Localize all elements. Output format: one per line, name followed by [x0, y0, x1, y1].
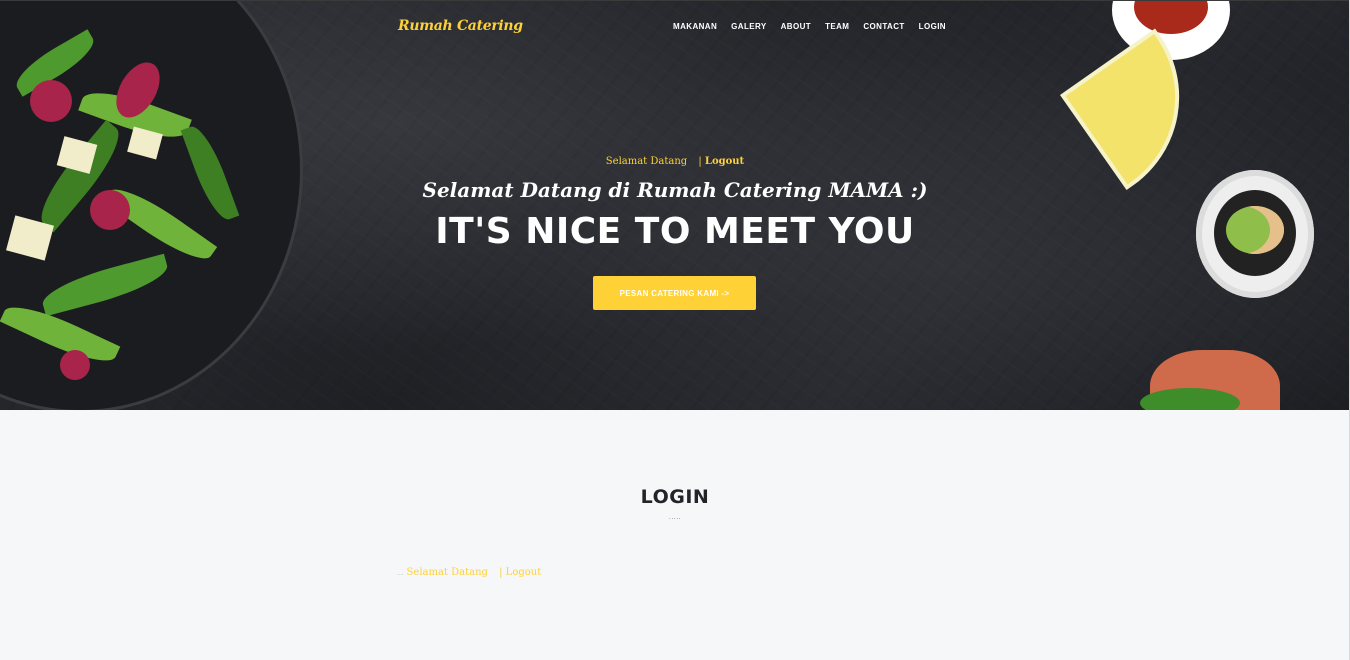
nav-link-about[interactable]: ABOUT [781, 22, 811, 31]
order-catering-button[interactable]: PESAN CATERING KAMI -> [593, 276, 756, 310]
hero-welcome-line: Selamat Datang | Logout [0, 156, 1350, 167]
nav-links: MAKANAN GALERY ABOUT TEAM CONTACT LOGIN [673, 22, 946, 31]
top-border [0, 0, 1350, 1]
hero-logout-link[interactable]: Logout [705, 156, 744, 167]
nav-link-makanan[interactable]: MAKANAN [673, 22, 717, 31]
hero-welcome-text: Selamat Datang [605, 156, 688, 167]
hero-section: Rumah Catering MAKANAN GALERY ABOUT TEAM… [0, 0, 1350, 410]
nav-link-login[interactable]: LOGIN [919, 22, 946, 31]
navbar: Rumah Catering MAKANAN GALERY ABOUT TEAM… [398, 14, 946, 40]
login-mini-marker: .... [397, 571, 404, 577]
seaweed-image [1140, 388, 1240, 410]
hero-separator: | [698, 156, 702, 167]
login-welcome-text: Selamat Datang [406, 567, 488, 578]
login-welcome-line: .... Selamat Datang | Logout [397, 567, 541, 578]
login-section-title: LOGIN [640, 486, 710, 508]
hero-heading: IT'S NICE TO MEET YOU [435, 211, 915, 252]
nav-link-contact[interactable]: CONTACT [863, 22, 904, 31]
login-separator: | [499, 567, 503, 578]
login-logout-link[interactable]: Logout [506, 567, 542, 578]
nav-link-team[interactable]: TEAM [825, 22, 849, 31]
login-title-divider: ..... [668, 514, 682, 521]
nav-link-galery[interactable]: GALERY [731, 22, 766, 31]
brand-logo[interactable]: Rumah Catering [398, 18, 523, 34]
hero-lead-in: Selamat Datang di Rumah Catering MAMA :) [422, 178, 928, 202]
